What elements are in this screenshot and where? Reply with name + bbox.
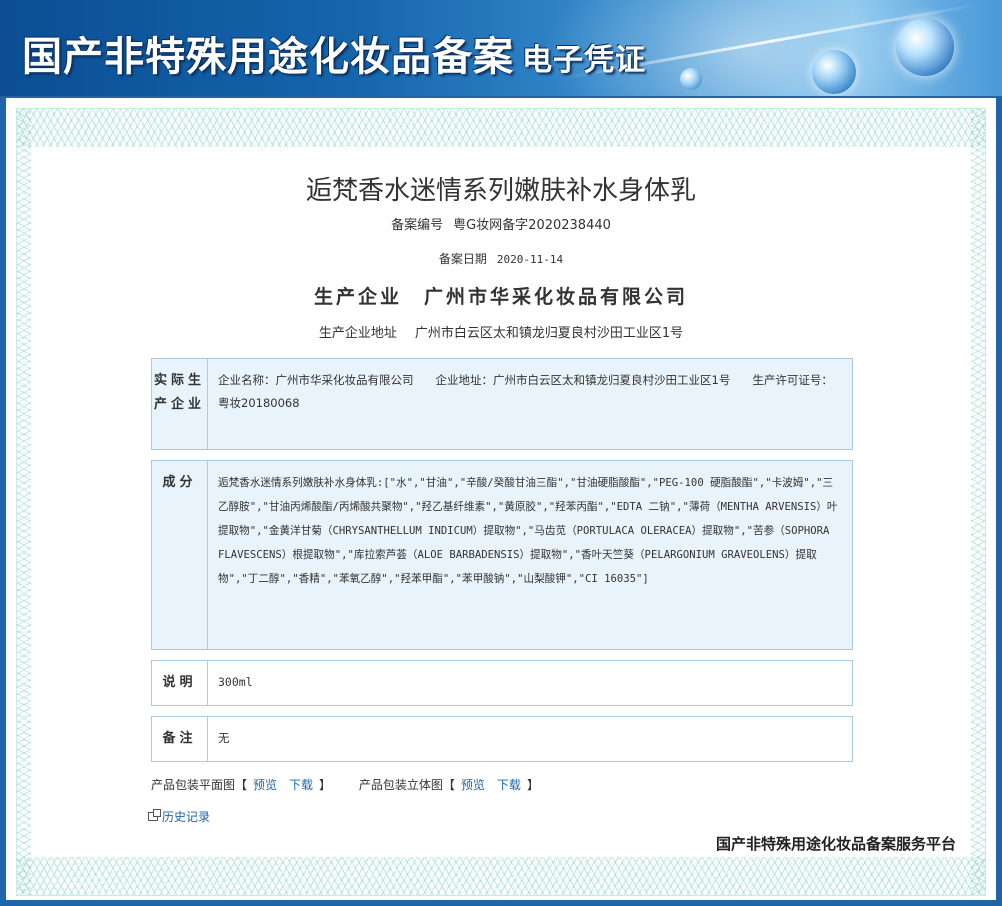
description-value: 300ml: [218, 675, 253, 689]
registration-date-value: 2020-11-14: [496, 253, 564, 266]
solid-package-close: 】: [526, 778, 539, 792]
actual-manufacturer-box: 实际生产企业 企业名称：广州市华采化妆品有限公司 企业地址：广州市白云区太和镇龙归…: [151, 358, 853, 450]
ingredients-label: 成分: [152, 461, 208, 649]
manufacturer-value: 广州市华采化妆品有限公司: [424, 286, 689, 308]
flat-package-preview-link[interactable]: 预览: [253, 778, 277, 792]
manufacturer-address-label: 生产企业地址: [318, 326, 397, 341]
banner-orb-large: [896, 18, 954, 76]
manufacturer-address-value: 广州市白云区太和镇龙归夏良村沙田工业区1号: [414, 326, 684, 341]
actual-manufacturer-label: 实际生产企业: [152, 359, 208, 449]
remark-value: 无: [218, 731, 230, 745]
registration-date-label: 备案日期: [438, 252, 487, 266]
manufacturer: 生产企业 广州市华采化妆品有限公司: [0, 282, 1002, 309]
history-label[interactable]: 历史记录: [162, 808, 210, 825]
solid-package-preview-link[interactable]: 预览: [461, 778, 485, 792]
actual-manufacturer-info: 企业名称：广州市华采化妆品有限公司 企业地址：广州市白云区太和镇龙归夏良村沙田工业…: [208, 359, 852, 449]
banner-title-sub: 电子凭证: [522, 43, 646, 78]
ingredients-box: 成分 逅梵香水迷情系列嫩肤补水身体乳:["水","甘油","辛酸/癸酸甘油三酯"…: [151, 460, 853, 650]
registration-number-label: 备案编号: [391, 218, 444, 233]
certificate-page: 国产非特殊用途化妆品备案 电子凭证 逅梵香水迷情系列嫩肤补水身体乳 备案编号 粤G妆…: [0, 0, 1002, 906]
flat-package-download-link[interactable]: 下载: [289, 778, 313, 792]
solid-package-download-link[interactable]: 下载: [497, 778, 521, 792]
banner-title-main: 国产非特殊用途化妆品备案: [22, 33, 514, 80]
registration-date: 备案日期 2020-11-14: [0, 250, 1002, 267]
history-link[interactable]: 历史记录: [148, 808, 210, 825]
guilloche-band-bottom: [17, 857, 985, 895]
banner-orb-small: [680, 68, 702, 90]
product-name: 逅梵香水迷情系列嫩肤补水身体乳: [305, 175, 696, 205]
platform-brand: 国产非特殊用途化妆品备案服务平台: [715, 835, 956, 853]
header-banner: 国产非特殊用途化妆品备案 电子凭证: [0, 0, 1002, 96]
ingredients-text: 逅梵香水迷情系列嫩肤补水身体乳:["水","甘油","辛酸/癸酸甘油三酯","甘…: [218, 477, 838, 585]
flat-package-close: 】: [319, 778, 332, 792]
external-window-icon: [148, 809, 161, 821]
banner-orb-medium: [812, 50, 856, 94]
registration-number: 备案编号 粤G妆网备字2020238440: [0, 214, 1002, 233]
remark-label: 备注: [152, 717, 208, 761]
package-images: 产品包装平面图【 预览 下载】 产品包装立体图【 预览 下载】: [151, 776, 539, 793]
actual-company-name: 企业名称：广州市华采化妆品有限公司: [218, 373, 414, 387]
flat-package-label: 产品包装平面图【: [151, 778, 248, 792]
description-label: 说明: [152, 661, 208, 705]
guilloche-band-top: [17, 109, 985, 147]
remark-box: 备注 无: [151, 716, 853, 762]
banner-title: 国产非特殊用途化妆品备案 电子凭证: [22, 24, 646, 82]
solid-package-label: 产品包装立体图【: [358, 778, 455, 792]
manufacturer-label: 生产企业: [313, 286, 402, 308]
manufacturer-address: 生产企业地址 广州市白云区太和镇龙归夏良村沙田工业区1号: [0, 322, 1002, 341]
actual-company-address: 企业地址：广州市白云区太和镇龙归夏良村沙田工业区1号: [435, 373, 731, 387]
registration-number-value: 粤G妆网备字2020238440: [453, 218, 611, 233]
description-box: 说明 300ml: [151, 660, 853, 706]
